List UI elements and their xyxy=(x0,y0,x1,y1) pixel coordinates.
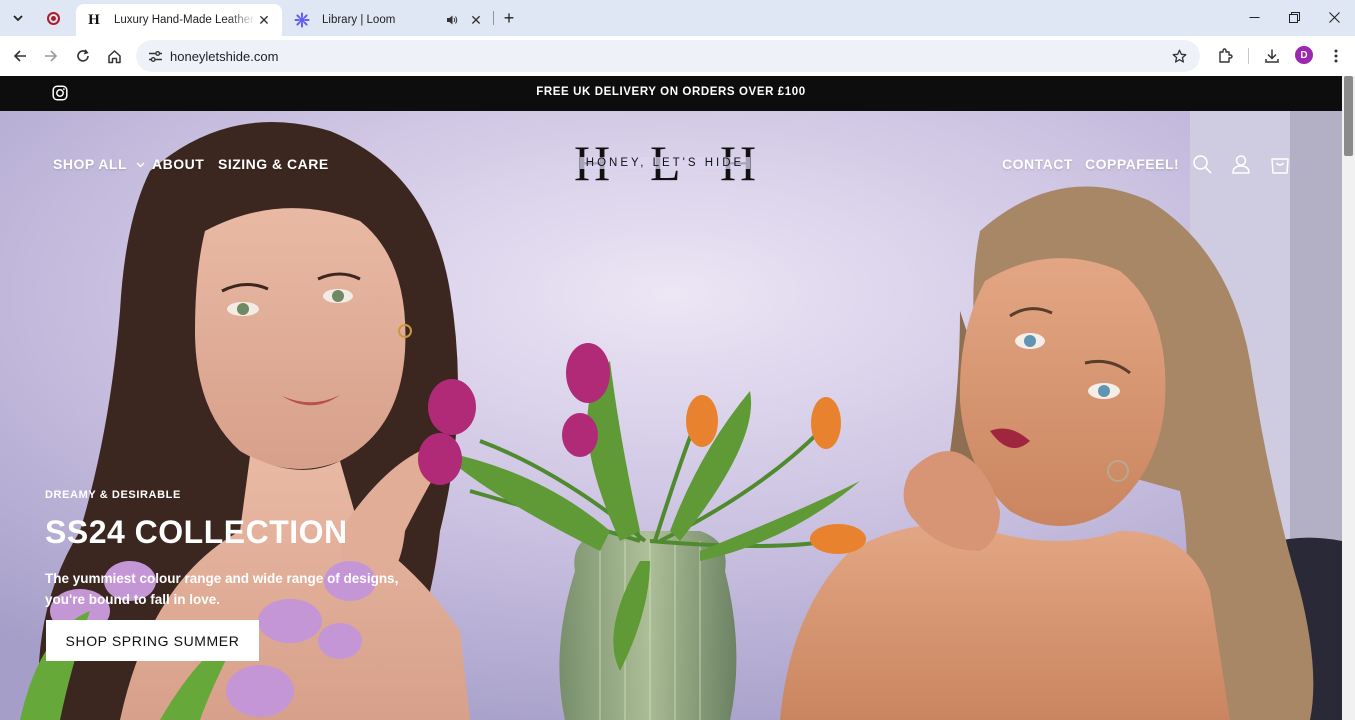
hero-title: SS24 COLLECTION xyxy=(45,514,348,550)
chevron-down-icon xyxy=(136,162,145,168)
nav-sizing-care[interactable]: SIZING & CARE xyxy=(218,156,329,172)
extensions-button[interactable] xyxy=(1212,43,1238,69)
nav-shop-all[interactable]: SHOP ALL xyxy=(53,156,145,172)
tab-search-button[interactable] xyxy=(6,7,30,29)
page-scrollbar[interactable] xyxy=(1342,76,1355,720)
restore-button[interactable] xyxy=(1274,0,1314,34)
reload-button[interactable] xyxy=(70,43,96,69)
tab-title: Library | Loom xyxy=(322,14,396,26)
browser-menu-button[interactable] xyxy=(1323,43,1349,69)
profile-avatar[interactable]: D xyxy=(1295,46,1313,64)
close-window-button[interactable] xyxy=(1314,0,1354,34)
more-vertical-icon xyxy=(1334,49,1338,63)
hero-subheading: DREAMY & DESIRABLE xyxy=(45,489,181,501)
tab-title: Luxury Hand-Made Leather Acc xyxy=(114,14,256,26)
minimize-icon xyxy=(1249,16,1259,18)
bookmark-star-button[interactable] xyxy=(1168,45,1190,67)
close-icon[interactable]: ✕ xyxy=(468,12,484,28)
url-text[interactable]: honeyletshide.com xyxy=(170,49,278,64)
arrow-left-icon xyxy=(13,50,26,62)
chevron-down-icon xyxy=(13,14,23,21)
nav-about[interactable]: ABOUT xyxy=(152,156,204,172)
new-tab-button[interactable]: + xyxy=(498,7,520,29)
honey-lets-hide-favicon-icon: H xyxy=(88,12,100,28)
downloads-button[interactable] xyxy=(1259,43,1285,69)
announcement-text: FREE UK DELIVERY ON ORDERS OVER £100 xyxy=(536,86,806,98)
hero-description-line: you're bound to fall in love. xyxy=(45,592,220,607)
audio-playing-icon[interactable] xyxy=(444,12,460,28)
brand-logo[interactable]: H L H HONEY, LET'S HIDE xyxy=(572,137,758,189)
address-bar[interactable]: honeyletshide.com xyxy=(136,40,1200,72)
browser-toolbar: honeyletshide.com D xyxy=(0,36,1355,76)
download-icon xyxy=(1265,49,1279,63)
star-icon xyxy=(1172,49,1186,63)
close-icon xyxy=(1328,11,1340,23)
back-button[interactable] xyxy=(7,43,33,69)
nav-contact[interactable]: CONTACT xyxy=(1002,156,1073,172)
reload-icon xyxy=(77,49,89,62)
search-icon[interactable] xyxy=(1191,153,1213,175)
hero-banner: SHOP ALL ABOUT SIZING & CARE H L H HONEY… xyxy=(0,111,1342,720)
hero-description: The yummiest colour range and wide range… xyxy=(45,568,405,610)
nav-coppafeel[interactable]: COPPAFEEL! xyxy=(1085,156,1179,172)
home-icon xyxy=(107,49,121,63)
tab-active[interactable]: H Luxury Hand-Made Leather Acc ✕ xyxy=(76,4,282,36)
record-icon xyxy=(46,11,60,25)
tune-icon xyxy=(148,50,162,62)
announcement-bar: FREE UK DELIVERY ON ORDERS OVER £100 xyxy=(0,76,1342,111)
toolbar-divider xyxy=(1248,48,1249,64)
logo-text: HONEY, LET'S HIDE xyxy=(580,157,750,169)
close-icon[interactable]: ✕ xyxy=(256,12,272,28)
hero-description-line: The yummiest colour range and wide range… xyxy=(45,571,399,586)
pinned-recording-tab[interactable] xyxy=(40,8,66,28)
shop-spring-summer-button[interactable]: SHOP SPRING SUMMER xyxy=(46,620,259,661)
home-button[interactable] xyxy=(101,43,127,69)
account-icon[interactable] xyxy=(1230,153,1252,175)
arrow-right-icon xyxy=(45,50,58,62)
forward-button[interactable] xyxy=(38,43,64,69)
nav-shop-all-label: SHOP ALL xyxy=(53,156,127,172)
scrollbar-thumb[interactable] xyxy=(1344,76,1353,156)
minimize-button[interactable] xyxy=(1234,0,1274,34)
restore-icon xyxy=(1288,11,1300,23)
cart-icon[interactable] xyxy=(1269,153,1291,175)
loom-favicon-icon xyxy=(294,12,310,28)
site-info-button[interactable] xyxy=(140,43,170,69)
tab-separator xyxy=(493,11,494,25)
browser-tab-strip: H Luxury Hand-Made Leather Acc ✕ Library… xyxy=(0,0,1355,36)
puzzle-icon xyxy=(1219,48,1233,63)
tab-loom[interactable]: Library | Loom ✕ xyxy=(284,4,494,36)
